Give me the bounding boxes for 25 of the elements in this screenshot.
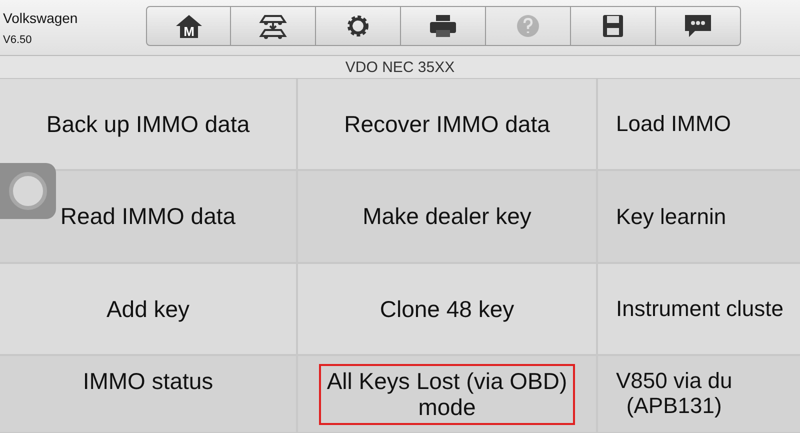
function-button[interactable]: All Keys Lost (via OBD) mode: [298, 356, 598, 433]
app-title: Volkswagen: [3, 10, 79, 26]
settings-icon: [345, 12, 371, 38]
two-cars-icon: [258, 12, 288, 38]
save-icon: [601, 12, 625, 38]
version-label: V6.50: [3, 34, 33, 46]
home-icon: M: [174, 12, 202, 38]
chat-button[interactable]: [656, 6, 741, 46]
home-button[interactable]: M: [146, 6, 231, 46]
function-button[interactable]: Recover IMMO data: [298, 79, 598, 171]
section-title: VDO NEC 35XX: [345, 58, 455, 76]
chat-icon: [683, 12, 713, 38]
save-button[interactable]: [571, 6, 656, 46]
function-button[interactable]: Clone 48 key: [298, 264, 598, 356]
print-button[interactable]: [401, 6, 486, 46]
function-button[interactable]: V850 via du (APB131): [598, 356, 800, 433]
function-button[interactable]: Read IMMO data: [0, 171, 298, 264]
function-button[interactable]: IMMO status: [0, 356, 298, 433]
settings-button[interactable]: [316, 6, 401, 46]
vehicle-swap-button[interactable]: [231, 6, 316, 46]
function-button[interactable]: Make dealer key: [298, 171, 598, 264]
printer-icon: [428, 12, 458, 38]
function-button[interactable]: Add key: [0, 264, 298, 356]
help-icon: [515, 12, 541, 38]
function-button[interactable]: Key learnin: [598, 171, 800, 264]
